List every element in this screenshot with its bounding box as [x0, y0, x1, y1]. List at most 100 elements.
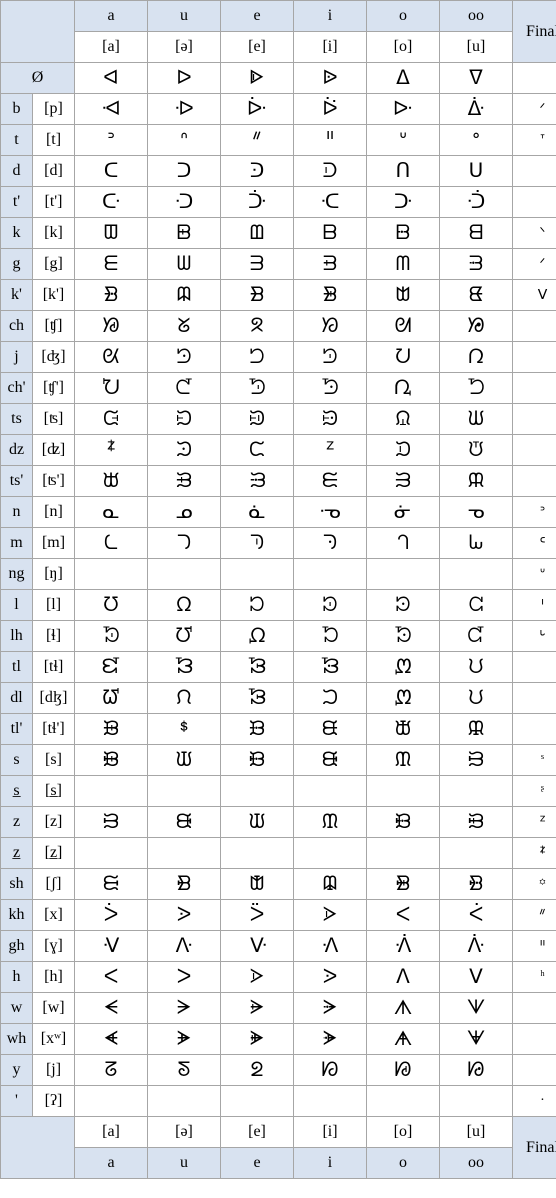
- glyph-cell: ᐑ: [440, 94, 513, 125]
- table-row: ts[ʦ]ᙍᙊᙋᙌᙉᙎ: [1, 404, 556, 435]
- row-consonant-label: z: [1, 807, 33, 838]
- final-cell: [513, 156, 556, 187]
- glyph-cell: ᐸ: [367, 900, 440, 931]
- glyph-cell: ᓃ: [367, 497, 440, 528]
- glyph-cell: [294, 559, 367, 590]
- glyph-cell: ᘛ: [367, 311, 440, 342]
- row-consonant-ipa: [g]: [33, 249, 75, 280]
- glyph-cell: ᙪ: [367, 869, 440, 900]
- table-row: gh[ɣ]ᐺᐽᐻᐼᐾᐿᐦ: [1, 931, 556, 962]
- glyph-cell: ᓈ: [221, 497, 294, 528]
- row-consonant-ipa: [k']: [33, 280, 75, 311]
- final-cell: [513, 683, 556, 714]
- glyph-cell: ᗱ: [221, 249, 294, 280]
- glyph-cell: ᐅ: [148, 63, 221, 94]
- glyph-cell: ᐴ: [75, 900, 148, 931]
- glyph-cell: ᓄ: [148, 497, 221, 528]
- glyph-cell: ᙡ: [148, 745, 221, 776]
- row-consonant-label: k: [1, 218, 33, 249]
- glyph-cell: ᘬ: [294, 373, 367, 404]
- glyph-cell: [294, 776, 367, 807]
- glyph-cell: ᘩ: [367, 373, 440, 404]
- row-consonant-ipa: [dɮ]: [33, 683, 75, 714]
- glyph-cell: ᙍ: [75, 404, 148, 435]
- glyph-cell: ᘹ: [440, 621, 513, 652]
- table-row: s̲[s̲]ᶳ: [1, 776, 556, 807]
- glyph-cell: ᑌ: [440, 156, 513, 187]
- glyph-cell: ᑞ: [367, 187, 440, 218]
- glyph-cell: ᙫ: [440, 869, 513, 900]
- row-consonant-label: sh: [1, 869, 33, 900]
- glyph-cell: ᘀ: [440, 280, 513, 311]
- glyph-cell: ᘪ: [440, 373, 513, 404]
- glyph-cell: ᐁ: [440, 63, 513, 94]
- glyph-cell: ᙞ: [75, 745, 148, 776]
- footer-ipa-u: [ə]: [148, 1117, 221, 1148]
- glyph-cell: ᐸ: [75, 962, 148, 993]
- footer-ipa-a: [a]: [75, 1117, 148, 1148]
- glyph-cell: ᓀ: [440, 497, 513, 528]
- glyph-cell: ᙦ: [75, 869, 148, 900]
- glyph-cell: ᑐ: [148, 156, 221, 187]
- glyph-cell: ᙒ: [221, 466, 294, 497]
- table-row: g[g]ᗴᗯᗱᗲᗰᗳᐟ: [1, 249, 556, 280]
- glyph-cell: ᘼ: [148, 652, 221, 683]
- row-consonant-ipa: [ʧ']: [33, 373, 75, 404]
- glyph-cell: ᙘ: [221, 714, 294, 745]
- final-cell: ᐯ: [513, 280, 556, 311]
- final-cell: [513, 466, 556, 497]
- final-cell: [513, 714, 556, 745]
- col-final-label: Final: [513, 1, 556, 63]
- row-consonant-label: wh: [1, 1024, 33, 1055]
- glyph-cell: ᙑ: [148, 466, 221, 497]
- glyph-cell: ᓉ: [294, 497, 367, 528]
- glyph-cell: ᘔ: [75, 1055, 148, 1086]
- row-null: Ø ᐊ ᐅ ᐈ ᐉ ᐃ ᐁ: [1, 63, 556, 94]
- glyph-cell: ᘤ: [221, 342, 294, 373]
- table-row: ng[ŋ]ᐡ: [1, 559, 556, 590]
- final-cell: ᶳ: [513, 776, 556, 807]
- table-row: dz[ʣ]ᙇᙄᙅᙆᙃᙈ: [1, 435, 556, 466]
- row-consonant-ipa: [x]: [33, 900, 75, 931]
- col-ipa-e: [e]: [221, 32, 294, 63]
- glyph-cell: ᙣ: [75, 807, 148, 838]
- glyph-cell: ᐒ: [148, 94, 221, 125]
- glyph-cell: ᐶ: [221, 962, 294, 993]
- glyph-cell: ᘠ: [440, 311, 513, 342]
- glyph-cell: ᙐ: [367, 466, 440, 497]
- glyph-cell: ᐽ: [148, 931, 221, 962]
- glyph-cell: ᐉ: [294, 63, 367, 94]
- glyph-cell: ᗺ: [440, 218, 513, 249]
- glyph-cell: ᐤ: [440, 125, 513, 156]
- glyph-cell: ᙗ: [75, 714, 148, 745]
- row-consonant-ipa: [s]: [33, 745, 75, 776]
- glyph-cell: ᙨ: [294, 869, 367, 900]
- glyph-cell: ᐈ: [221, 63, 294, 94]
- glyph-cell: [75, 776, 148, 807]
- glyph-cell: ᙇ: [75, 435, 148, 466]
- glyph-cell: ᗛ: [75, 1024, 148, 1055]
- final-cell: ʰ: [513, 962, 556, 993]
- row-consonant-label: dz: [1, 435, 33, 466]
- table-row: sh[ʃ]ᙦᙩᙧᙨᙪᙫ꙳: [1, 869, 556, 900]
- glyph-cell: [221, 559, 294, 590]
- glyph-cell: ᙈ: [440, 435, 513, 466]
- glyph-cell: ᗳ: [440, 249, 513, 280]
- glyph-cell: ᐳ: [148, 962, 221, 993]
- glyph-cell: ᗰ: [367, 249, 440, 280]
- glyph-cell: ᗴ: [75, 249, 148, 280]
- row-consonant-ipa: [ʦ']: [33, 466, 75, 497]
- glyph-cell: ᑔ: [221, 156, 294, 187]
- table-row: l[l]ᘮᘯᘰᘱᘲᘳᑊ: [1, 590, 556, 621]
- row-consonant-label: lh: [1, 621, 33, 652]
- row-consonant-label: m: [1, 528, 33, 559]
- final-cell: ꙳: [513, 869, 556, 900]
- row-consonant-ipa: [z]: [33, 807, 75, 838]
- glyph-cell: ᑡ: [294, 187, 367, 218]
- row-consonant-label: s̲: [1, 776, 33, 807]
- table-row: kh[x]ᐴᐷᐵᐶᐸᐹᐥ: [1, 900, 556, 931]
- row-consonant-label: d: [1, 156, 33, 187]
- row-consonant-ipa: [t]: [33, 125, 75, 156]
- glyph-cell: ᙤ: [440, 807, 513, 838]
- final-cell: [513, 1055, 556, 1086]
